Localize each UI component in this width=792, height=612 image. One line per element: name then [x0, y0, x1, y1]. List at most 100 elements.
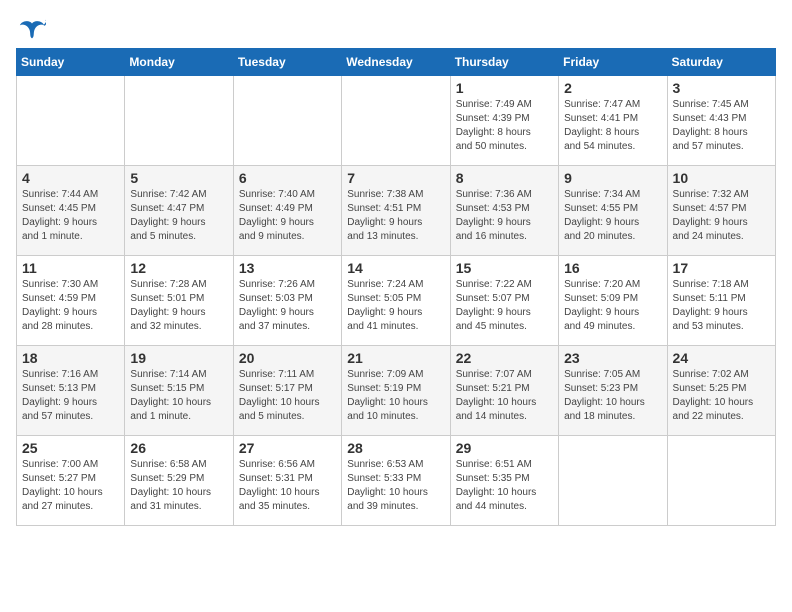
day-number: 17 [673, 260, 770, 276]
day-number: 12 [130, 260, 227, 276]
page-header [16, 16, 776, 40]
header-tuesday: Tuesday [233, 49, 341, 76]
day-number: 9 [564, 170, 661, 186]
calendar-cell [342, 76, 450, 166]
calendar-cell: 16Sunrise: 7:20 AM Sunset: 5:09 PM Dayli… [559, 256, 667, 346]
day-number: 14 [347, 260, 444, 276]
day-info: Sunrise: 6:53 AM Sunset: 5:33 PM Dayligh… [347, 458, 444, 514]
calendar-cell: 25 Sunrise: 7:00 AM Sunset: 5:27 PM Dayli… [17, 436, 125, 526]
day-number: 1 [456, 80, 553, 96]
calendar-cell: 28Sunrise: 6:53 AM Sunset: 5:33 PM Dayli… [342, 436, 450, 526]
calendar-cell [233, 76, 341, 166]
day-number: 19 [130, 350, 227, 366]
day-info: Sunrise: 7:49 AM Sunset: 4:39 PM Dayligh… [456, 98, 553, 154]
day-number: 26 [130, 440, 227, 456]
day-number: 16 [564, 260, 661, 276]
header-monday: Monday [125, 49, 233, 76]
day-number: 24 [673, 350, 770, 366]
day-info: Sunrise: 7:44 AM Sunset: 4:45 PM Dayligh… [22, 188, 119, 244]
week-row-1: 4 Sunrise: 7:44 AM Sunset: 4:45 PM Daylig… [17, 166, 776, 256]
day-number: 23 [564, 350, 661, 366]
week-row-2: 11 Sunrise: 7:30 AM Sunset: 4:59 PM Dayli… [17, 256, 776, 346]
calendar-cell: 11 Sunrise: 7:30 AM Sunset: 4:59 PM Dayli… [17, 256, 125, 346]
calendar-cell: 3 Sunrise: 7:45 AM Sunset: 4:43 PM Daylig… [667, 76, 775, 166]
day-info: Sunrise: 6:56 AM Sunset: 5:31 PM Dayligh… [239, 458, 336, 514]
day-info: Sunrise: 7:16 AM Sunset: 5:13 PM Dayligh… [22, 368, 119, 424]
calendar-cell: 20 Sunrise: 7:11 AM Sunset: 5:17 PM Dayli… [233, 346, 341, 436]
calendar-cell: 27 Sunrise: 6:56 AM Sunset: 5:31 PM Dayli… [233, 436, 341, 526]
header-saturday: Saturday [667, 49, 775, 76]
calendar-cell: 26 Sunrise: 6:58 AM Sunset: 5:29 PM Dayli… [125, 436, 233, 526]
day-number: 10 [673, 170, 770, 186]
calendar-cell: 13 Sunrise: 7:26 AM Sunset: 5:03 PM Dayli… [233, 256, 341, 346]
day-info: Sunrise: 7:24 AM Sunset: 5:05 PM Dayligh… [347, 278, 444, 334]
day-info: Sunrise: 6:58 AM Sunset: 5:29 PM Dayligh… [130, 458, 227, 514]
day-info: Sunrise: 7:47 AM Sunset: 4:41 PM Dayligh… [564, 98, 661, 154]
day-number: 3 [673, 80, 770, 96]
header-thursday: Thursday [450, 49, 558, 76]
day-number: 15 [456, 260, 553, 276]
day-number: 5 [130, 170, 227, 186]
calendar-cell: 5 Sunrise: 7:42 AM Sunset: 4:47 PM Daylig… [125, 166, 233, 256]
day-info: Sunrise: 7:11 AM Sunset: 5:17 PM Dayligh… [239, 368, 336, 424]
day-info: Sunrise: 7:36 AM Sunset: 4:53 PM Dayligh… [456, 188, 553, 244]
day-info: Sunrise: 7:02 AM Sunset: 5:25 PM Dayligh… [673, 368, 770, 424]
day-number: 8 [456, 170, 553, 186]
day-info: Sunrise: 7:18 AM Sunset: 5:11 PM Dayligh… [673, 278, 770, 334]
calendar-cell: 4 Sunrise: 7:44 AM Sunset: 4:45 PM Daylig… [17, 166, 125, 256]
calendar-cell: 12 Sunrise: 7:28 AM Sunset: 5:01 PM Dayli… [125, 256, 233, 346]
day-number: 27 [239, 440, 336, 456]
day-info: Sunrise: 7:14 AM Sunset: 5:15 PM Dayligh… [130, 368, 227, 424]
calendar-cell: 14 Sunrise: 7:24 AM Sunset: 5:05 PM Dayli… [342, 256, 450, 346]
calendar-cell: 10 Sunrise: 7:32 AM Sunset: 4:57 PM Dayli… [667, 166, 775, 256]
day-info: Sunrise: 7:07 AM Sunset: 5:21 PM Dayligh… [456, 368, 553, 424]
day-number: 22 [456, 350, 553, 366]
calendar-cell [125, 76, 233, 166]
calendar-cell: 22 Sunrise: 7:07 AM Sunset: 5:21 PM Dayli… [450, 346, 558, 436]
header-row: SundayMondayTuesdayWednesdayThursdayFrid… [17, 49, 776, 76]
day-info: Sunrise: 7:34 AM Sunset: 4:55 PM Dayligh… [564, 188, 661, 244]
week-row-3: 18 Sunrise: 7:16 AM Sunset: 5:13 PM Dayli… [17, 346, 776, 436]
day-info: Sunrise: 7:40 AM Sunset: 4:49 PM Dayligh… [239, 188, 336, 244]
day-number: 29 [456, 440, 553, 456]
calendar-cell: 21Sunrise: 7:09 AM Sunset: 5:19 PM Dayli… [342, 346, 450, 436]
calendar-cell [559, 436, 667, 526]
day-info: Sunrise: 7:45 AM Sunset: 4:43 PM Dayligh… [673, 98, 770, 154]
day-number: 21 [347, 350, 444, 366]
day-number: 20 [239, 350, 336, 366]
logo-bird-icon [18, 16, 46, 44]
calendar-cell: 7 Sunrise: 7:38 AM Sunset: 4:51 PM Daylig… [342, 166, 450, 256]
calendar-cell: 17 Sunrise: 7:18 AM Sunset: 5:11 PM Dayli… [667, 256, 775, 346]
day-info: Sunrise: 7:30 AM Sunset: 4:59 PM Dayligh… [22, 278, 119, 334]
day-number: 7 [347, 170, 444, 186]
day-info: Sunrise: 7:42 AM Sunset: 4:47 PM Dayligh… [130, 188, 227, 244]
calendar-cell: 18 Sunrise: 7:16 AM Sunset: 5:13 PM Dayli… [17, 346, 125, 436]
day-info: Sunrise: 7:00 AM Sunset: 5:27 PM Dayligh… [22, 458, 119, 514]
day-number: 25 [22, 440, 119, 456]
calendar-cell [17, 76, 125, 166]
day-info: Sunrise: 7:28 AM Sunset: 5:01 PM Dayligh… [130, 278, 227, 334]
day-info: Sunrise: 7:26 AM Sunset: 5:03 PM Dayligh… [239, 278, 336, 334]
calendar-cell: 9 Sunrise: 7:34 AM Sunset: 4:55 PM Daylig… [559, 166, 667, 256]
day-info: Sunrise: 6:51 AM Sunset: 5:35 PM Dayligh… [456, 458, 553, 514]
day-number: 2 [564, 80, 661, 96]
calendar-table: SundayMondayTuesdayWednesdayThursdayFrid… [16, 48, 776, 526]
day-number: 13 [239, 260, 336, 276]
day-info: Sunrise: 7:22 AM Sunset: 5:07 PM Dayligh… [456, 278, 553, 334]
calendar-cell: 2 Sunrise: 7:47 AM Sunset: 4:41 PM Daylig… [559, 76, 667, 166]
day-info: Sunrise: 7:32 AM Sunset: 4:57 PM Dayligh… [673, 188, 770, 244]
calendar-cell [667, 436, 775, 526]
week-row-0: 1 Sunrise: 7:49 AM Sunset: 4:39 PM Daylig… [17, 76, 776, 166]
week-row-4: 25 Sunrise: 7:00 AM Sunset: 5:27 PM Dayli… [17, 436, 776, 526]
calendar-cell: 23 Sunrise: 7:05 AM Sunset: 5:23 PM Dayli… [559, 346, 667, 436]
day-number: 18 [22, 350, 119, 366]
calendar-cell: 6Sunrise: 7:40 AM Sunset: 4:49 PM Daylig… [233, 166, 341, 256]
calendar-cell: 8 Sunrise: 7:36 AM Sunset: 4:53 PM Daylig… [450, 166, 558, 256]
day-info: Sunrise: 7:05 AM Sunset: 5:23 PM Dayligh… [564, 368, 661, 424]
day-info: Sunrise: 7:38 AM Sunset: 4:51 PM Dayligh… [347, 188, 444, 244]
calendar-cell: 15 Sunrise: 7:22 AM Sunset: 5:07 PM Dayli… [450, 256, 558, 346]
calendar-cell: 24 Sunrise: 7:02 AM Sunset: 5:25 PM Dayli… [667, 346, 775, 436]
day-number: 4 [22, 170, 119, 186]
calendar-cell: 19 Sunrise: 7:14 AM Sunset: 5:15 PM Dayli… [125, 346, 233, 436]
day-number: 11 [22, 260, 119, 276]
